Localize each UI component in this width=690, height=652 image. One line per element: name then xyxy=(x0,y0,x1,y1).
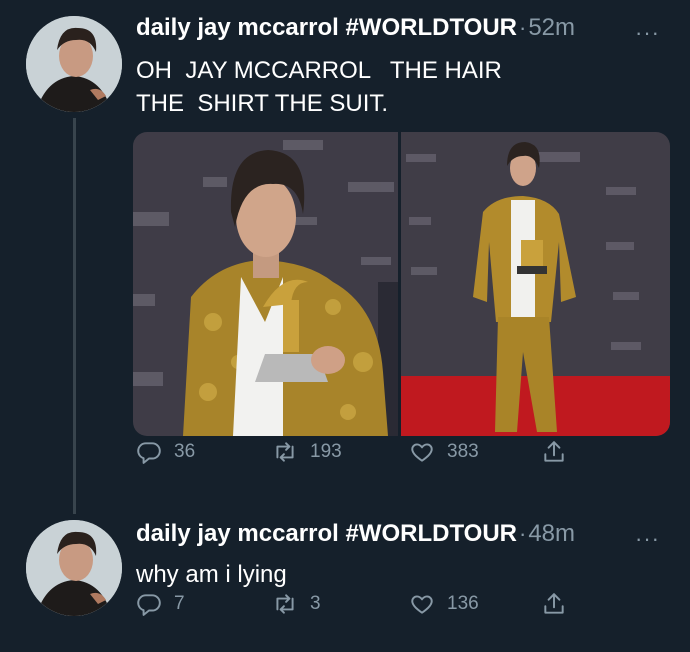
author-name[interactable]: daily jay mccarrol #WORLDTOUR xyxy=(136,14,517,42)
photo-fullbody-image xyxy=(401,132,670,436)
tweet-media[interactable] xyxy=(133,132,670,436)
separator-dot: · xyxy=(519,15,527,40)
tweet-1[interactable]: daily jay mccarrol #WORLDTOUR · 52m ··· … xyxy=(0,0,690,500)
reply-icon xyxy=(137,594,161,616)
media-photo-2[interactable] xyxy=(401,132,670,436)
retweet-count: 3 xyxy=(310,593,321,614)
media-photo-1[interactable] xyxy=(133,132,398,436)
like-count: 383 xyxy=(447,441,479,462)
separator-dot: · xyxy=(519,521,527,546)
tweet-text-line-1: OH JAY MCCARROL THE HAIR xyxy=(136,57,502,84)
avatar-photo xyxy=(26,520,122,616)
avatar-photo xyxy=(26,16,122,112)
reply-button[interactable]: 7 xyxy=(136,591,185,617)
avatar[interactable] xyxy=(26,16,122,112)
share-button[interactable] xyxy=(541,591,567,617)
retweet-icon xyxy=(276,442,294,462)
share-button[interactable] xyxy=(541,439,567,465)
tweet-2[interactable]: daily jay mccarrol #WORLDTOUR · 48m ··· … xyxy=(0,500,690,652)
reply-count: 7 xyxy=(174,593,185,614)
reply-button[interactable]: 36 xyxy=(136,439,195,465)
retweet-button[interactable]: 193 xyxy=(272,439,342,465)
tweet-text-line-1: why am i lying xyxy=(136,561,287,588)
heart-icon xyxy=(411,443,433,462)
tweet-header: daily jay mccarrol #WORLDTOUR · 52m xyxy=(136,14,575,42)
retweet-count: 193 xyxy=(310,441,342,462)
retweet-button[interactable]: 3 xyxy=(272,591,321,617)
tweet-text-line-2: THE SHIRT THE SUIT. xyxy=(136,90,389,117)
author-name[interactable]: daily jay mccarrol #WORLDTOUR xyxy=(136,520,517,548)
tweet-header: daily jay mccarrol #WORLDTOUR · 48m xyxy=(136,520,575,548)
like-button[interactable]: 383 xyxy=(409,439,479,465)
reply-icon xyxy=(137,442,161,464)
more-icon[interactable]: ··· xyxy=(635,528,660,550)
avatar[interactable] xyxy=(26,520,122,616)
share-icon xyxy=(544,441,564,462)
like-button[interactable]: 136 xyxy=(409,591,479,617)
reply-count: 36 xyxy=(174,441,196,462)
timestamp[interactable]: 52m xyxy=(528,14,575,42)
photo-closeup-image xyxy=(133,132,398,436)
share-icon xyxy=(544,593,564,614)
more-icon[interactable]: ··· xyxy=(635,22,660,44)
timestamp[interactable]: 48m xyxy=(528,520,575,548)
heart-icon xyxy=(411,595,433,614)
retweet-icon xyxy=(276,594,294,614)
like-count: 136 xyxy=(447,593,479,614)
